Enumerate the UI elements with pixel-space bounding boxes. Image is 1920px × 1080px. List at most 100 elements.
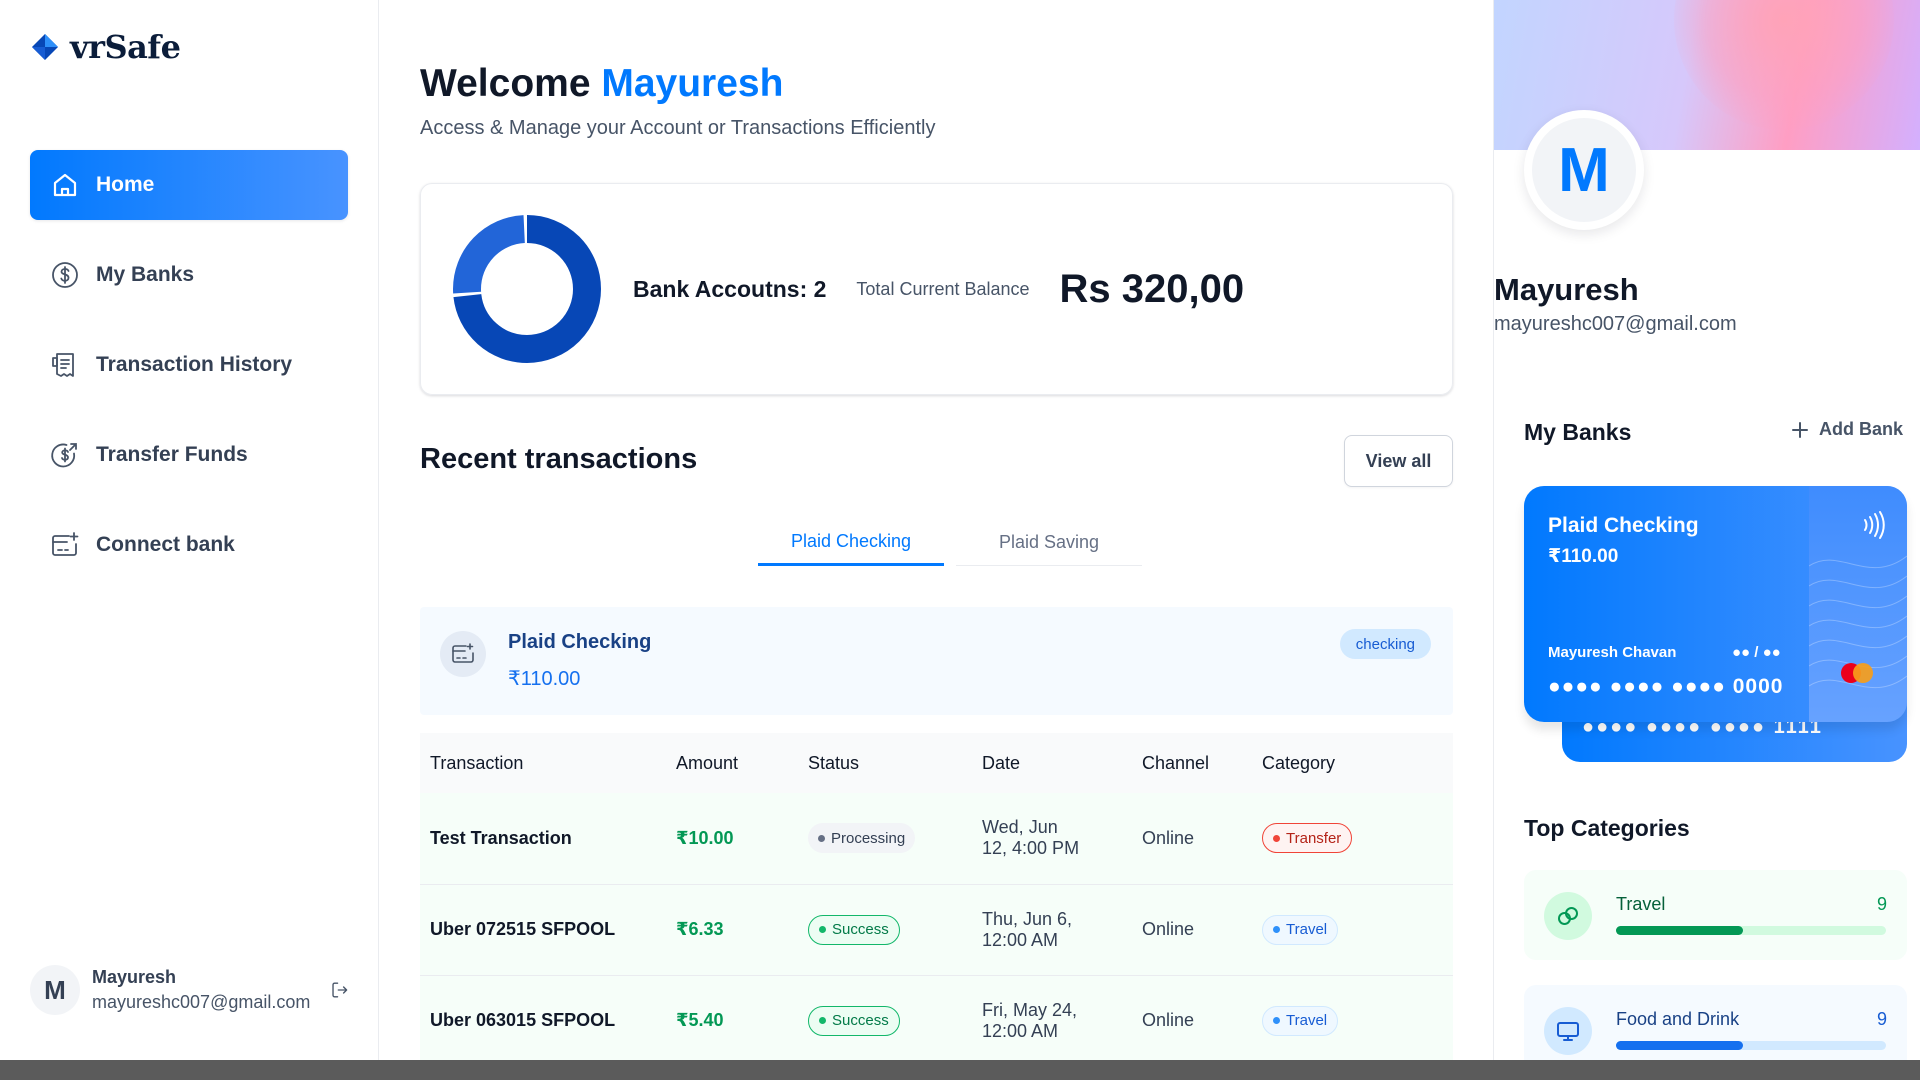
- column-header-category: Category: [1252, 733, 1453, 793]
- table-row[interactable]: Test Transaction ₹10.00 Processing Wed, …: [420, 793, 1453, 885]
- sidebar-item-label: Home: [96, 173, 155, 196]
- status-dot-icon: [819, 1017, 826, 1024]
- banner-gradient: [1674, 0, 1894, 130]
- user-name: Mayuresh: [92, 967, 177, 987]
- dollar-circle-icon: [52, 262, 78, 288]
- status-dot-icon: [818, 834, 825, 842]
- category-badge: Travel: [1262, 1005, 1339, 1036]
- bank-accounts-count: Bank Accoutns: 2: [633, 275, 827, 302]
- column-header-status: Status: [798, 733, 972, 793]
- add-bank-label: Add Bank: [1819, 419, 1904, 439]
- status-dot-icon: [819, 926, 826, 933]
- brand-name: vrSafe: [70, 28, 181, 66]
- sidebar-item-label: Transfer Funds: [96, 443, 248, 466]
- category-card-travel[interactable]: Travel 9: [1524, 870, 1907, 960]
- card-icon: [440, 631, 486, 677]
- user-email: mayureshc007@gmail.com: [92, 992, 311, 1012]
- category-label: Travel: [1286, 1012, 1328, 1029]
- card-holder-name: Mayuresh Chavan: [1548, 644, 1677, 661]
- taskbar: [0, 1060, 1920, 1080]
- account-summary[interactable]: Plaid Checking ₹110.00 checking: [420, 607, 1453, 715]
- category-progress: [1616, 1041, 1886, 1050]
- contactless-icon: [1864, 511, 1885, 539]
- my-banks-title: My Banks: [1524, 419, 1632, 445]
- date-line: Thu, Jun 6,: [982, 908, 1073, 929]
- transaction-channel: Online: [1132, 975, 1252, 1060]
- link-icon: [1544, 892, 1592, 940]
- status-badge: Success: [808, 914, 900, 945]
- status-badge: Processing: [808, 823, 916, 854]
- category-badge: Transfer: [1262, 823, 1353, 854]
- right-sidebar: M Mayuresh mayureshc007@gmail.com My Ban…: [1493, 0, 1920, 1060]
- mastercard-icon: [1841, 663, 1873, 683]
- category-progress-fill: [1616, 926, 1743, 935]
- top-categories-title: Top Categories: [1524, 815, 1690, 841]
- transaction-channel: Online: [1132, 793, 1252, 885]
- monitor-icon: [1544, 1007, 1592, 1055]
- card-balance: ₹110.00: [1548, 546, 1619, 567]
- add-bank-button[interactable]: Add Bank: [1791, 419, 1903, 440]
- transaction-name: Uber 063015 SFPOOL: [420, 975, 666, 1060]
- sidebar-item-label: Connect bank: [96, 533, 235, 556]
- total-balance-value: Rs 320,00: [1059, 266, 1245, 311]
- balance-donut-chart: [453, 215, 601, 363]
- tab-plaid-checking[interactable]: Plaid Checking: [758, 520, 944, 566]
- status-label: Success: [832, 1012, 889, 1029]
- category-name: Food and Drink: [1616, 1009, 1740, 1029]
- transaction-name: Test Transaction: [420, 793, 666, 885]
- account-type-badge: checking: [1339, 629, 1431, 659]
- category-badge: Travel: [1262, 914, 1339, 945]
- column-header-amount: Amount: [666, 733, 798, 793]
- logo-icon: [32, 34, 58, 60]
- plus-icon: [1792, 421, 1808, 438]
- date-line: 12, 4:00 PM: [982, 838, 1080, 859]
- transactions-table: Transaction Amount Status Date Channel C…: [420, 733, 1453, 1060]
- tab-plaid-saving[interactable]: Plaid Saving: [956, 520, 1142, 566]
- main-content: Welcome Mayuresh Access & Manage your Ac…: [380, 0, 1493, 1060]
- category-dot-icon: [1273, 834, 1280, 842]
- logout-icon[interactable]: [330, 977, 350, 1003]
- table-row[interactable]: Uber 063015 SFPOOL ₹5.40 Success Fri, Ma…: [420, 975, 1453, 1060]
- transaction-category: Travel: [1252, 884, 1453, 976]
- welcome-user-name: Mayuresh: [601, 62, 784, 105]
- transaction-date: Wed, Jun 12, 4:00 PM: [972, 793, 1132, 885]
- category-label: Transfer: [1286, 829, 1342, 847]
- table-header-row: Transaction Amount Status Date Channel C…: [420, 733, 1453, 793]
- transaction-status: Success: [798, 975, 972, 1060]
- profile-email: mayureshc007@gmail.com: [1494, 313, 1737, 335]
- category-label: Travel: [1286, 921, 1328, 938]
- view-all-button[interactable]: View all: [1344, 435, 1453, 487]
- transaction-status: Processing: [798, 793, 972, 885]
- sidebar-user: M Mayuresh mayureshc007@gmail.com: [30, 965, 350, 1015]
- account-name: Plaid Checking: [508, 631, 652, 653]
- category-card-food-and-drink[interactable]: Food and Drink 9: [1524, 985, 1907, 1060]
- sidebar-item-my-banks[interactable]: My Banks: [30, 240, 348, 310]
- date-line: 12:00 AM: [982, 1020, 1059, 1041]
- status-label: Success: [832, 921, 889, 938]
- sidebar-item-connect-bank[interactable]: Connect bank: [30, 510, 348, 580]
- sidebar-nav: Home My Banks Transaction History Transf…: [30, 150, 348, 600]
- sidebar: vrSafe Home My Banks Transaction History…: [0, 0, 379, 1060]
- status-label: Processing: [831, 829, 906, 847]
- sidebar-item-home[interactable]: Home: [30, 150, 348, 220]
- total-balance-card: Bank Accoutns: 2 Total Current Balance R…: [420, 183, 1453, 395]
- card-number: ●●●● ●●●● ●●●● 0000: [1548, 675, 1784, 698]
- category-progress: [1616, 926, 1886, 935]
- account-balance: ₹110.00: [508, 668, 581, 690]
- page-subtitle: Access & Manage your Account or Transact…: [420, 117, 936, 139]
- category-dot-icon: [1273, 926, 1280, 933]
- sidebar-item-transaction-history[interactable]: Transaction History: [30, 330, 348, 400]
- avatar: M: [30, 965, 80, 1015]
- date-line: Wed, Jun: [982, 817, 1058, 838]
- sidebar-item-transfer-funds[interactable]: Transfer Funds: [30, 420, 348, 490]
- transaction-status: Success: [798, 884, 972, 976]
- table-row[interactable]: Uber 072515 SFPOOL ₹6.33 Success Thu, Ju…: [420, 884, 1453, 976]
- transaction-channel: Online: [1132, 884, 1252, 976]
- card-add-icon: [52, 532, 79, 556]
- date-line: Fri, May 24,: [982, 999, 1078, 1020]
- logo[interactable]: vrSafe: [30, 28, 181, 66]
- page-title: Welcome Mayuresh: [420, 62, 783, 106]
- transaction-amount: ₹5.40: [666, 975, 798, 1060]
- bank-card[interactable]: Plaid Checking ₹110.00 Mayuresh Chavan ●…: [1524, 486, 1907, 722]
- column-header-date: Date: [972, 733, 1132, 793]
